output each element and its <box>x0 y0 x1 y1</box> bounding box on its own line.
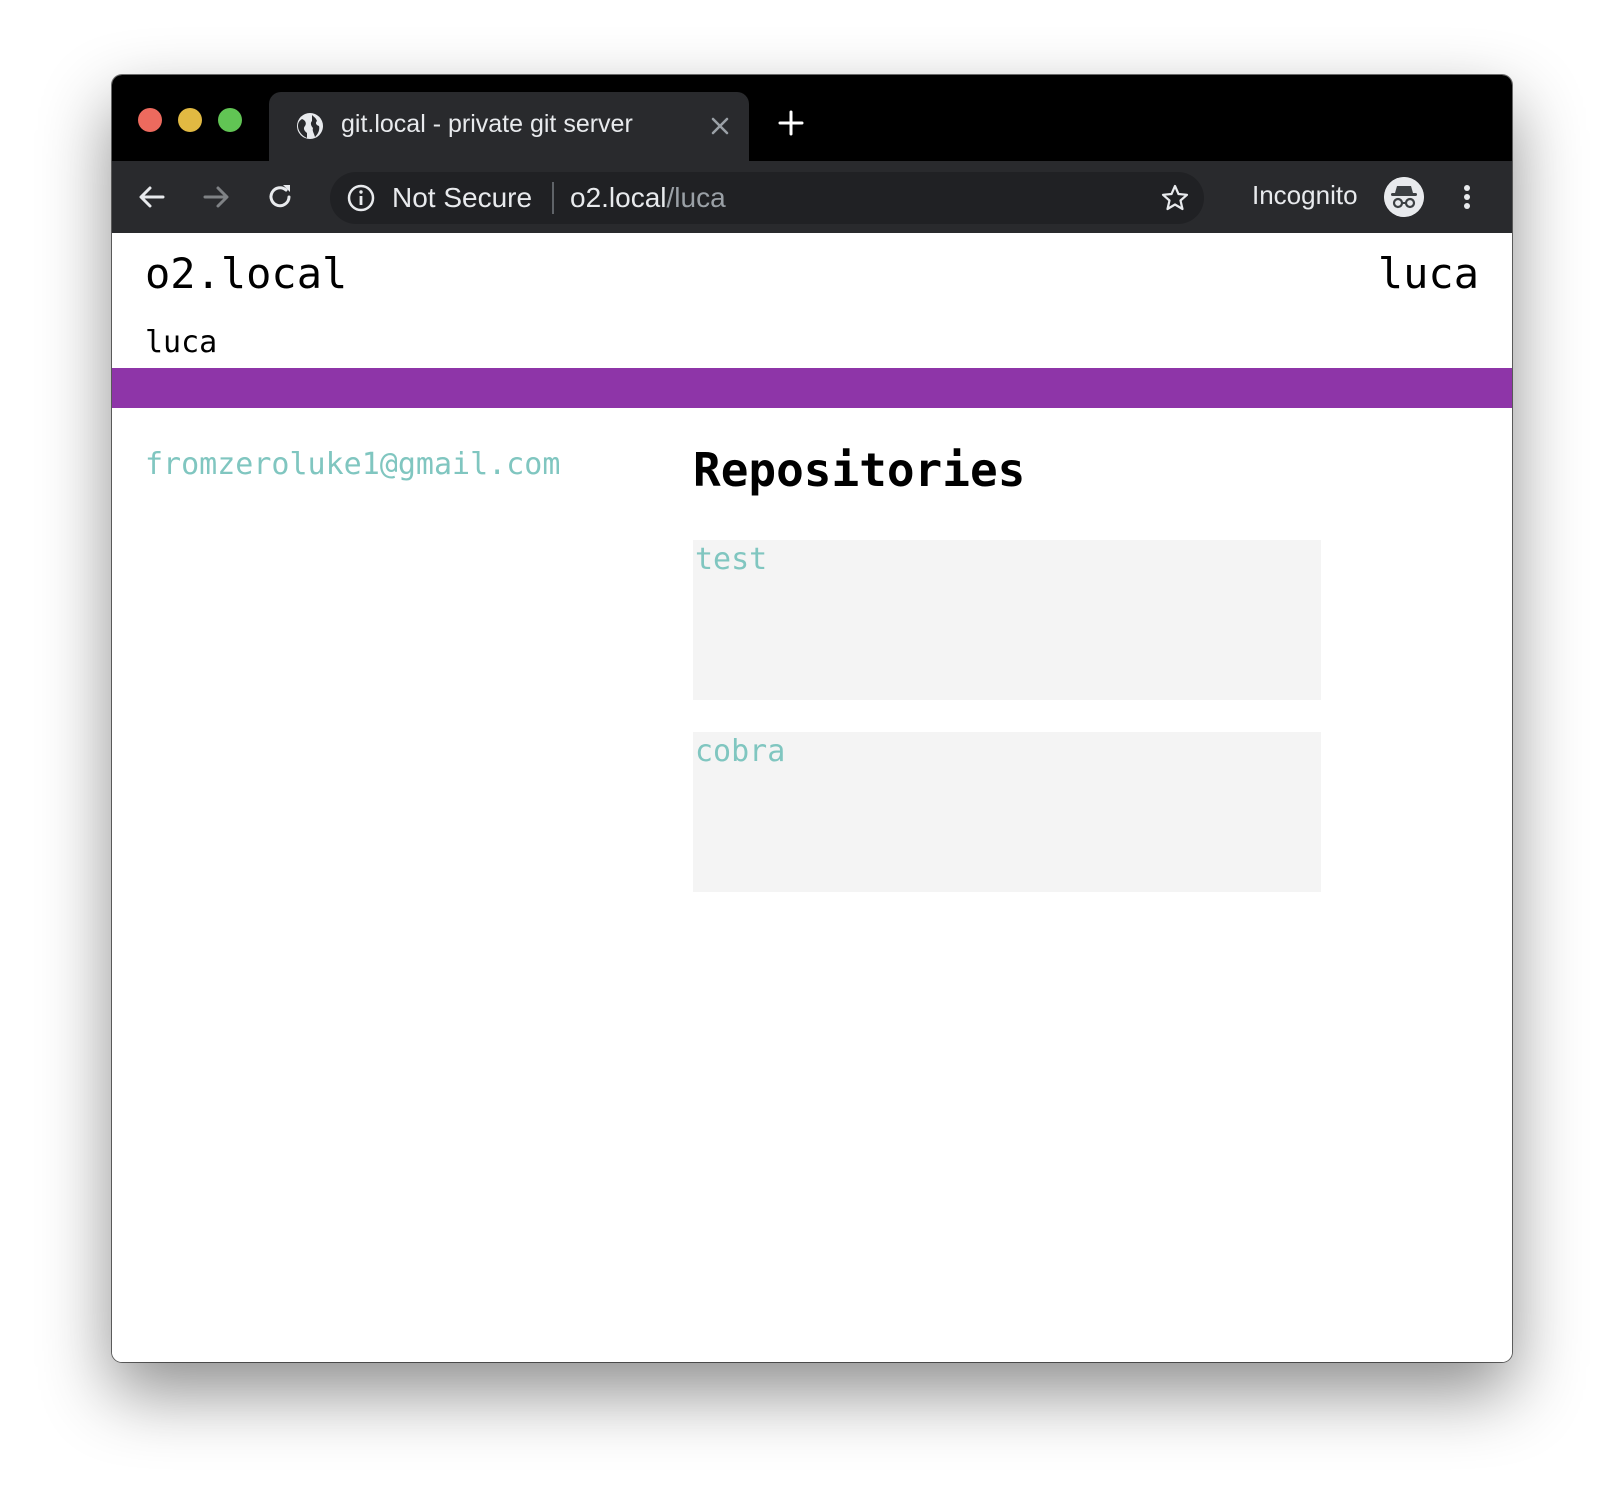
reload-icon[interactable] <box>264 181 296 213</box>
browser-window: git.local - private git server Not Secur… <box>112 75 1512 1362</box>
arrow-left-icon[interactable] <box>136 181 168 213</box>
window-minimize-button[interactable] <box>178 108 202 132</box>
browser-toolbar: Not Secure o2.local/luca Incognito <box>112 161 1512 233</box>
accent-bar <box>112 368 1512 408</box>
close-icon[interactable] <box>705 111 735 141</box>
incognito-icon[interactable] <box>1384 177 1424 217</box>
repository-card[interactable]: cobra <box>693 732 1321 892</box>
globe-icon <box>297 113 323 139</box>
screenshot-stage: git.local - private git server Not Secur… <box>0 0 1624 1510</box>
repository-list: test cobra <box>693 540 1321 924</box>
address-bar[interactable]: Not Secure o2.local/luca <box>330 172 1204 224</box>
plus-icon[interactable] <box>776 108 806 138</box>
tab-strip: git.local - private git server <box>112 75 1512 161</box>
browser-tab[interactable]: git.local - private git server <box>269 92 749 161</box>
window-close-button[interactable] <box>138 108 162 132</box>
repository-name-link[interactable]: test <box>695 542 767 577</box>
security-label[interactable]: Not Secure <box>392 182 532 214</box>
window-maximize-button[interactable] <box>218 108 242 132</box>
page-content: o2.local luca luca fromzeroluke1@gmail.c… <box>112 233 1512 1362</box>
omnibox-divider <box>552 182 554 214</box>
star-icon[interactable] <box>1160 183 1190 213</box>
repository-card[interactable]: test <box>693 540 1321 700</box>
repositories-heading: Repositories <box>693 443 1026 497</box>
arrow-right-icon[interactable] <box>200 181 232 213</box>
email-link[interactable]: fromzeroluke1@gmail.com <box>145 447 560 482</box>
tab-title: git.local - private git server <box>341 110 633 138</box>
repository-name-link[interactable]: cobra <box>695 734 785 769</box>
header-user-link[interactable]: luca <box>1378 249 1479 298</box>
info-icon[interactable] <box>346 183 376 213</box>
url-path: /luca <box>666 182 726 213</box>
page-subtitle: luca <box>145 325 218 360</box>
site-title[interactable]: o2.local <box>145 249 347 298</box>
url-host: o2.local <box>570 182 667 213</box>
incognito-label[interactable]: Incognito <box>1252 180 1358 211</box>
kebab-menu-icon[interactable] <box>1452 181 1482 213</box>
url-text[interactable]: o2.local/luca <box>570 182 726 214</box>
